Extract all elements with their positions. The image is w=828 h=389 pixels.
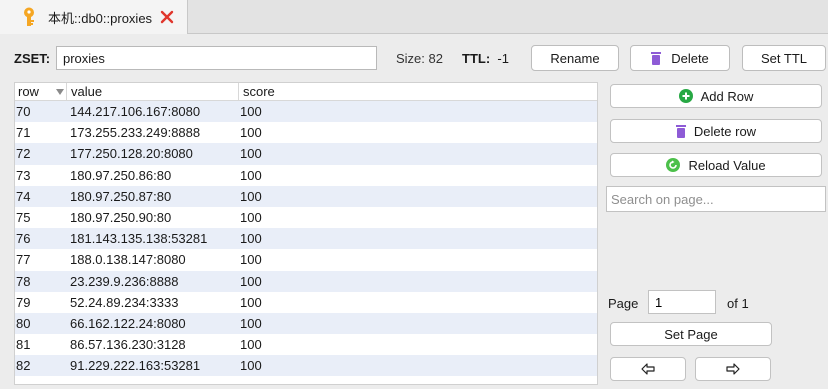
ttl-value: -1 xyxy=(497,51,509,66)
search-page-input[interactable] xyxy=(606,186,826,212)
row-value: 188.0.138.147:8080 xyxy=(70,252,186,268)
row-value: 86.57.136.230:3128 xyxy=(70,337,186,353)
trash-icon xyxy=(651,52,662,65)
row-score: 100 xyxy=(240,231,262,247)
row-value: 23.239.9.236:8888 xyxy=(70,273,179,289)
arrow-left-icon xyxy=(641,363,655,375)
row-score: 100 xyxy=(240,315,262,331)
ttl-label: TTL: xyxy=(462,51,491,66)
page-label: Page xyxy=(608,296,639,311)
row-score: 100 xyxy=(240,188,262,204)
rename-button-label: Rename xyxy=(550,50,600,66)
row-index: 75 xyxy=(16,210,31,226)
row-index: 80 xyxy=(16,315,31,331)
row-score: 100 xyxy=(240,125,262,141)
reload-value-button[interactable]: Reload Value xyxy=(610,153,822,177)
size-label: Size: 82 xyxy=(396,51,443,66)
row-value: 180.97.250.87:80 xyxy=(70,188,172,204)
row-score: 100 xyxy=(240,337,262,353)
row-score: 100 xyxy=(240,104,262,120)
table-row[interactable]: 77 188.0.138.147:8080 100 xyxy=(15,249,597,271)
row-index: 70 xyxy=(16,104,31,120)
close-icon[interactable] xyxy=(160,10,174,24)
table-row[interactable]: 79 52.24.89.234:3333 100 xyxy=(15,291,597,313)
row-index: 78 xyxy=(16,273,31,289)
table-row[interactable]: 74 180.97.250.87:80 100 xyxy=(15,185,597,207)
column-header-row-label: row xyxy=(18,84,39,99)
row-score: 100 xyxy=(240,210,262,226)
key-type-label: ZSET: xyxy=(14,51,51,66)
page-count-label: of 1 xyxy=(727,296,749,311)
table-row[interactable]: 70 144.217.106.167:8080 100 xyxy=(15,101,597,123)
table-row[interactable]: 80 66.162.122.24:8080 100 xyxy=(15,312,597,335)
row-value: 91.229.222.163:53281 xyxy=(70,358,201,374)
trash-icon xyxy=(675,125,686,138)
row-score: 100 xyxy=(240,358,262,374)
add-row-label: Add Row xyxy=(700,88,754,104)
row-index: 79 xyxy=(16,294,31,310)
table-row[interactable]: 75 180.97.250.90:80 100 xyxy=(15,206,597,229)
table-row[interactable]: 76 181.143.135.138:53281 100 xyxy=(15,228,597,250)
key-name-input[interactable] xyxy=(56,46,377,70)
delete-row-button[interactable]: Delete row xyxy=(610,119,822,143)
row-index: 77 xyxy=(16,252,31,268)
delete-row-label: Delete row xyxy=(693,123,757,139)
row-score: 100 xyxy=(240,146,262,162)
row-score: 100 xyxy=(240,273,262,289)
row-value: 52.24.89.234:3333 xyxy=(70,294,179,310)
table-row[interactable]: 72 177.250.128.20:8080 100 xyxy=(15,143,597,165)
row-score: 100 xyxy=(240,252,262,268)
table-body: 70 144.217.106.167:8080 100 71 173.255.233.… xyxy=(15,101,597,377)
row-value: 144.217.106.167:8080 xyxy=(70,104,201,120)
tab-key-proxies[interactable]: 本机::db0::proxies xyxy=(0,0,188,34)
table-row[interactable]: 71 173.255.233.249:8888 100 xyxy=(15,122,597,144)
column-header-score[interactable]: score xyxy=(239,83,597,100)
table-row[interactable]: 82 91.229.222.163:53281 100 xyxy=(15,355,597,377)
ttl-display: TTL: -1 xyxy=(462,51,509,66)
table-row[interactable]: 73 180.97.250.86:80 100 xyxy=(15,164,597,186)
set-ttl-button-label: Set TTL xyxy=(760,50,807,66)
row-value: 180.97.250.86:80 xyxy=(70,167,172,183)
row-score: 100 xyxy=(240,294,262,310)
row-value: 180.97.250.90:80 xyxy=(70,210,172,226)
row-index: 71 xyxy=(16,125,31,141)
tab-title: 本机::db0::proxies xyxy=(48,10,153,26)
reload-icon xyxy=(666,158,681,172)
table-row[interactable]: 78 23.239.9.236:8888 100 xyxy=(15,270,597,292)
delete-key-button-label: Delete xyxy=(671,50,709,66)
value-table: row value score 70 144.217.106.167:8080 10… xyxy=(14,82,598,385)
sort-descending-icon xyxy=(56,89,64,95)
delete-key-button[interactable]: Delete xyxy=(630,45,730,71)
prev-page-button[interactable] xyxy=(610,357,686,381)
set-page-label: Set Page xyxy=(664,326,718,342)
set-page-button[interactable]: Set Page xyxy=(610,322,772,346)
plus-circle-icon xyxy=(678,89,693,103)
set-ttl-button[interactable]: Set TTL xyxy=(742,45,826,71)
next-page-button[interactable] xyxy=(695,357,771,381)
table-row[interactable]: 81 86.57.136.230:3128 100 xyxy=(15,334,597,356)
row-value: 66.162.122.24:8080 xyxy=(70,315,186,331)
arrow-right-icon xyxy=(726,363,740,375)
row-value: 181.143.135.138:53281 xyxy=(70,231,208,247)
row-index: 81 xyxy=(16,337,31,353)
add-row-button[interactable]: Add Row xyxy=(610,84,822,108)
table-header: row value score xyxy=(15,83,597,101)
key-toolbar: ZSET: Size: 82 TTL: -1 Rename Delete Set… xyxy=(0,42,828,74)
tab-bar: 本机::db0::proxies xyxy=(0,0,828,34)
row-index: 82 xyxy=(16,358,31,374)
row-score: 100 xyxy=(240,167,262,183)
row-index: 76 xyxy=(16,231,31,247)
row-index: 74 xyxy=(16,188,31,204)
row-value: 177.250.128.20:8080 xyxy=(70,146,193,162)
reload-value-label: Reload Value xyxy=(688,157,766,173)
row-index: 73 xyxy=(16,167,31,183)
row-value: 173.255.233.249:8888 xyxy=(70,125,201,141)
column-header-row[interactable]: row xyxy=(15,83,67,100)
page-number-input[interactable] xyxy=(648,290,716,314)
rename-button[interactable]: Rename xyxy=(531,45,619,71)
row-index: 72 xyxy=(16,146,31,162)
key-icon xyxy=(24,7,34,26)
column-header-value[interactable]: value xyxy=(67,83,239,100)
